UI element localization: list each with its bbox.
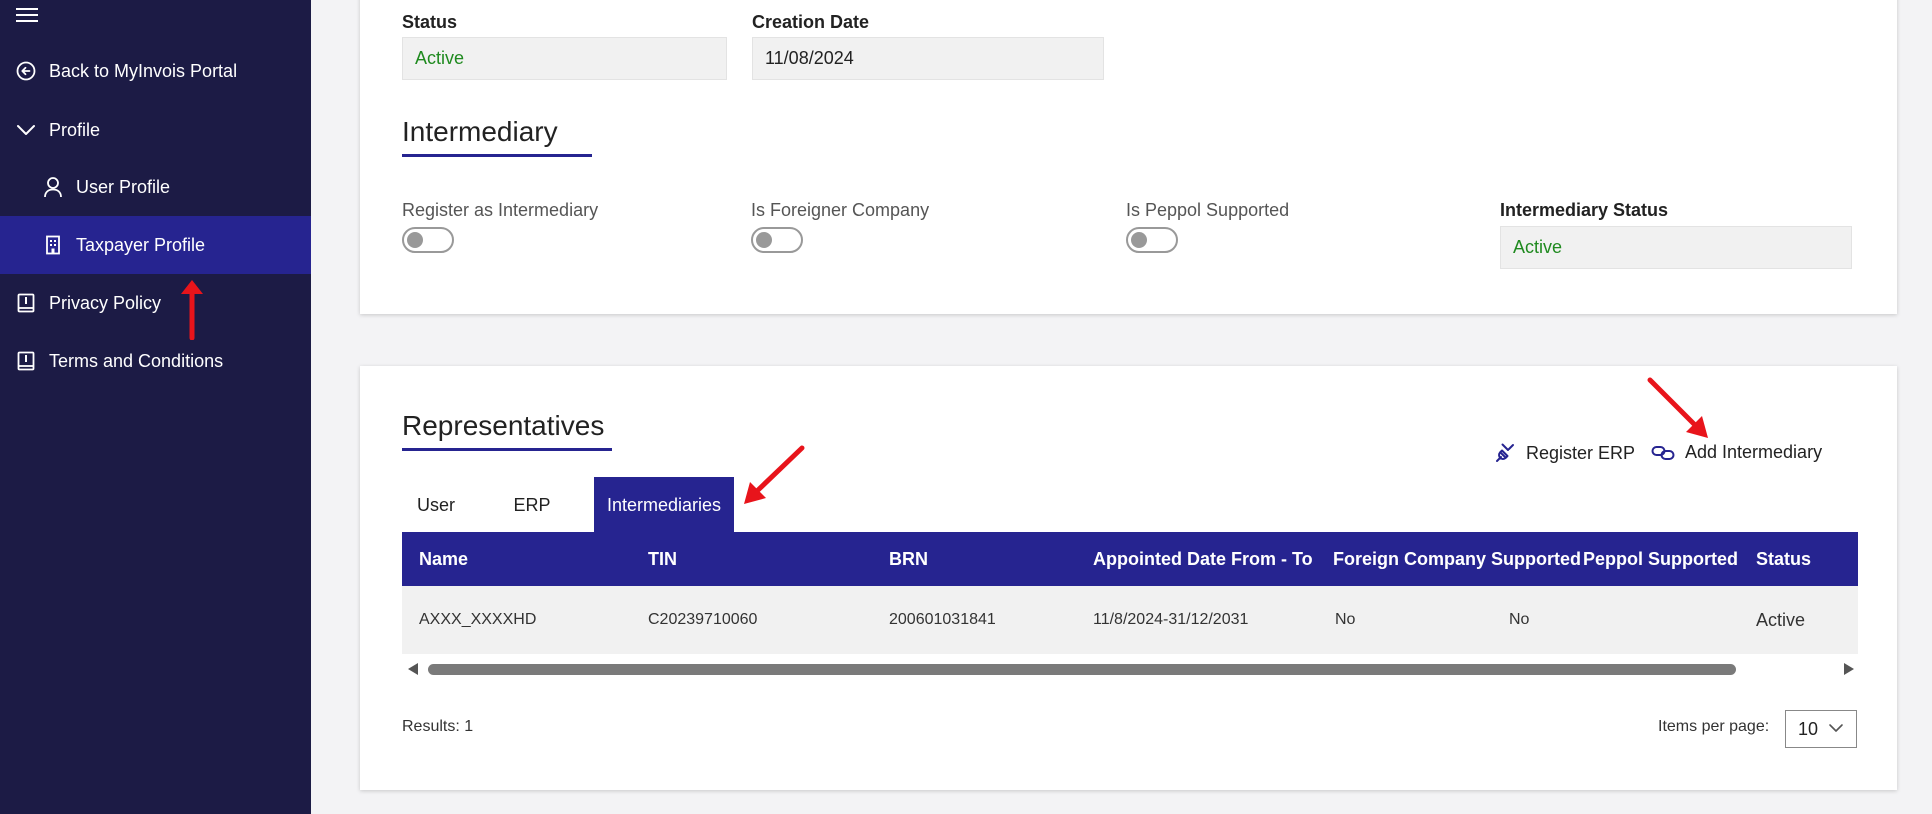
foreigner-company-label: Is Foreigner Company	[751, 200, 930, 220]
cell-name: AXXX_XXXXHD	[419, 611, 537, 628]
sidebar-item-profile[interactable]: Profile	[0, 101, 311, 159]
creation-date-field: 11/08/2024	[752, 37, 1104, 80]
peppol-supported-label: Is Peppol Supported	[1126, 200, 1290, 220]
building-icon	[42, 234, 64, 256]
sidebar-item-label: Back to MyInvois Portal	[49, 60, 238, 81]
user-icon	[42, 176, 64, 198]
register-erp-label: Register ERP	[1526, 442, 1636, 463]
cell-peppol: No	[1509, 611, 1530, 628]
peppol-supported-toggle[interactable]	[1126, 227, 1178, 253]
column-header-foreign-company[interactable]: Foreign Company Supported	[1333, 532, 1581, 586]
scroll-left-icon[interactable]	[408, 663, 418, 675]
book-icon	[15, 350, 37, 372]
items-per-page-select[interactable]: 10	[1785, 710, 1857, 748]
add-intermediary-button[interactable]: Add Intermediary	[1651, 442, 1822, 463]
add-intermediary-label: Add Intermediary	[1685, 442, 1823, 462]
intermediary-status-label: Intermediary Status	[1500, 200, 1669, 220]
tab-erp[interactable]: ERP	[500, 477, 564, 533]
status-label: Status	[402, 12, 458, 32]
book-icon	[15, 292, 37, 314]
sidebar-item-taxpayer-profile[interactable]: Taxpayer Profile	[0, 216, 311, 274]
cell-tin: C20239710060	[648, 611, 758, 628]
menu-icon[interactable]	[16, 8, 38, 24]
items-per-page-value: 10	[1798, 718, 1819, 739]
table-row[interactable]: AXXX_XXXXHD C20239710060 200601031841 11…	[402, 586, 1858, 654]
table-horizontal-scrollbar[interactable]	[402, 660, 1858, 678]
sidebar-item-label: Taxpayer Profile	[76, 234, 206, 255]
table-header: Name TIN BRN Appointed Date From - To Fo…	[402, 532, 1858, 586]
items-per-page-label: Items per page:	[1658, 718, 1770, 735]
sidebar-item-label: User Profile	[76, 176, 171, 197]
column-header-name[interactable]: Name	[419, 532, 468, 586]
column-header-tin[interactable]: TIN	[648, 532, 677, 586]
register-intermediary-toggle[interactable]	[402, 227, 454, 253]
foreigner-company-toggle[interactable]	[751, 227, 803, 253]
chevron-down-icon	[15, 119, 37, 141]
column-header-appointed-date[interactable]: Appointed Date From - To	[1093, 532, 1313, 586]
status-field: Active	[402, 37, 727, 80]
intermediary-title: Intermediary	[402, 116, 592, 157]
results-count: Results: 1	[402, 718, 474, 735]
sidebar-item-user-profile[interactable]: User Profile	[0, 158, 311, 216]
sidebar-item-back-to-portal[interactable]: Back to MyInvois Portal	[0, 42, 311, 100]
cell-foreign-company: No	[1335, 611, 1356, 628]
tab-intermediaries[interactable]: Intermediaries	[594, 477, 734, 533]
sidebar-item-label: Terms and Conditions	[49, 350, 224, 371]
register-intermediary-label: Register as Intermediary	[402, 200, 599, 220]
sidebar-item-terms-and-conditions[interactable]: Terms and Conditions	[0, 332, 311, 390]
sidebar-item-label: Privacy Policy	[49, 292, 162, 313]
sidebar-item-label: Profile	[49, 119, 101, 140]
representatives-title: Representatives	[402, 410, 612, 451]
sidebar-item-privacy-policy[interactable]: Privacy Policy	[0, 274, 311, 332]
intermediary-status-field: Active	[1500, 226, 1852, 269]
cell-brn: 200601031841	[889, 611, 996, 628]
cell-appointed-date: 11/8/2024-31/12/2031	[1093, 611, 1249, 628]
creation-date-label: Creation Date	[752, 12, 870, 32]
sidebar: Back to MyInvois Portal Profile User Pro…	[0, 0, 311, 814]
column-header-peppol[interactable]: Peppol Supported	[1583, 532, 1738, 586]
plug-icon	[1494, 442, 1516, 464]
link-icon	[1651, 444, 1675, 462]
column-header-brn[interactable]: BRN	[889, 532, 928, 586]
scroll-right-icon[interactable]	[1844, 663, 1854, 675]
column-header-status[interactable]: Status	[1756, 532, 1811, 586]
status-badge: Active	[1756, 609, 1806, 630]
register-erp-button[interactable]: Register ERP	[1494, 442, 1635, 464]
scroll-thumb[interactable]	[428, 664, 1736, 675]
chevron-down-icon	[1828, 719, 1844, 742]
arrow-left-circle-icon	[15, 60, 37, 82]
tab-user[interactable]: User	[402, 477, 470, 533]
